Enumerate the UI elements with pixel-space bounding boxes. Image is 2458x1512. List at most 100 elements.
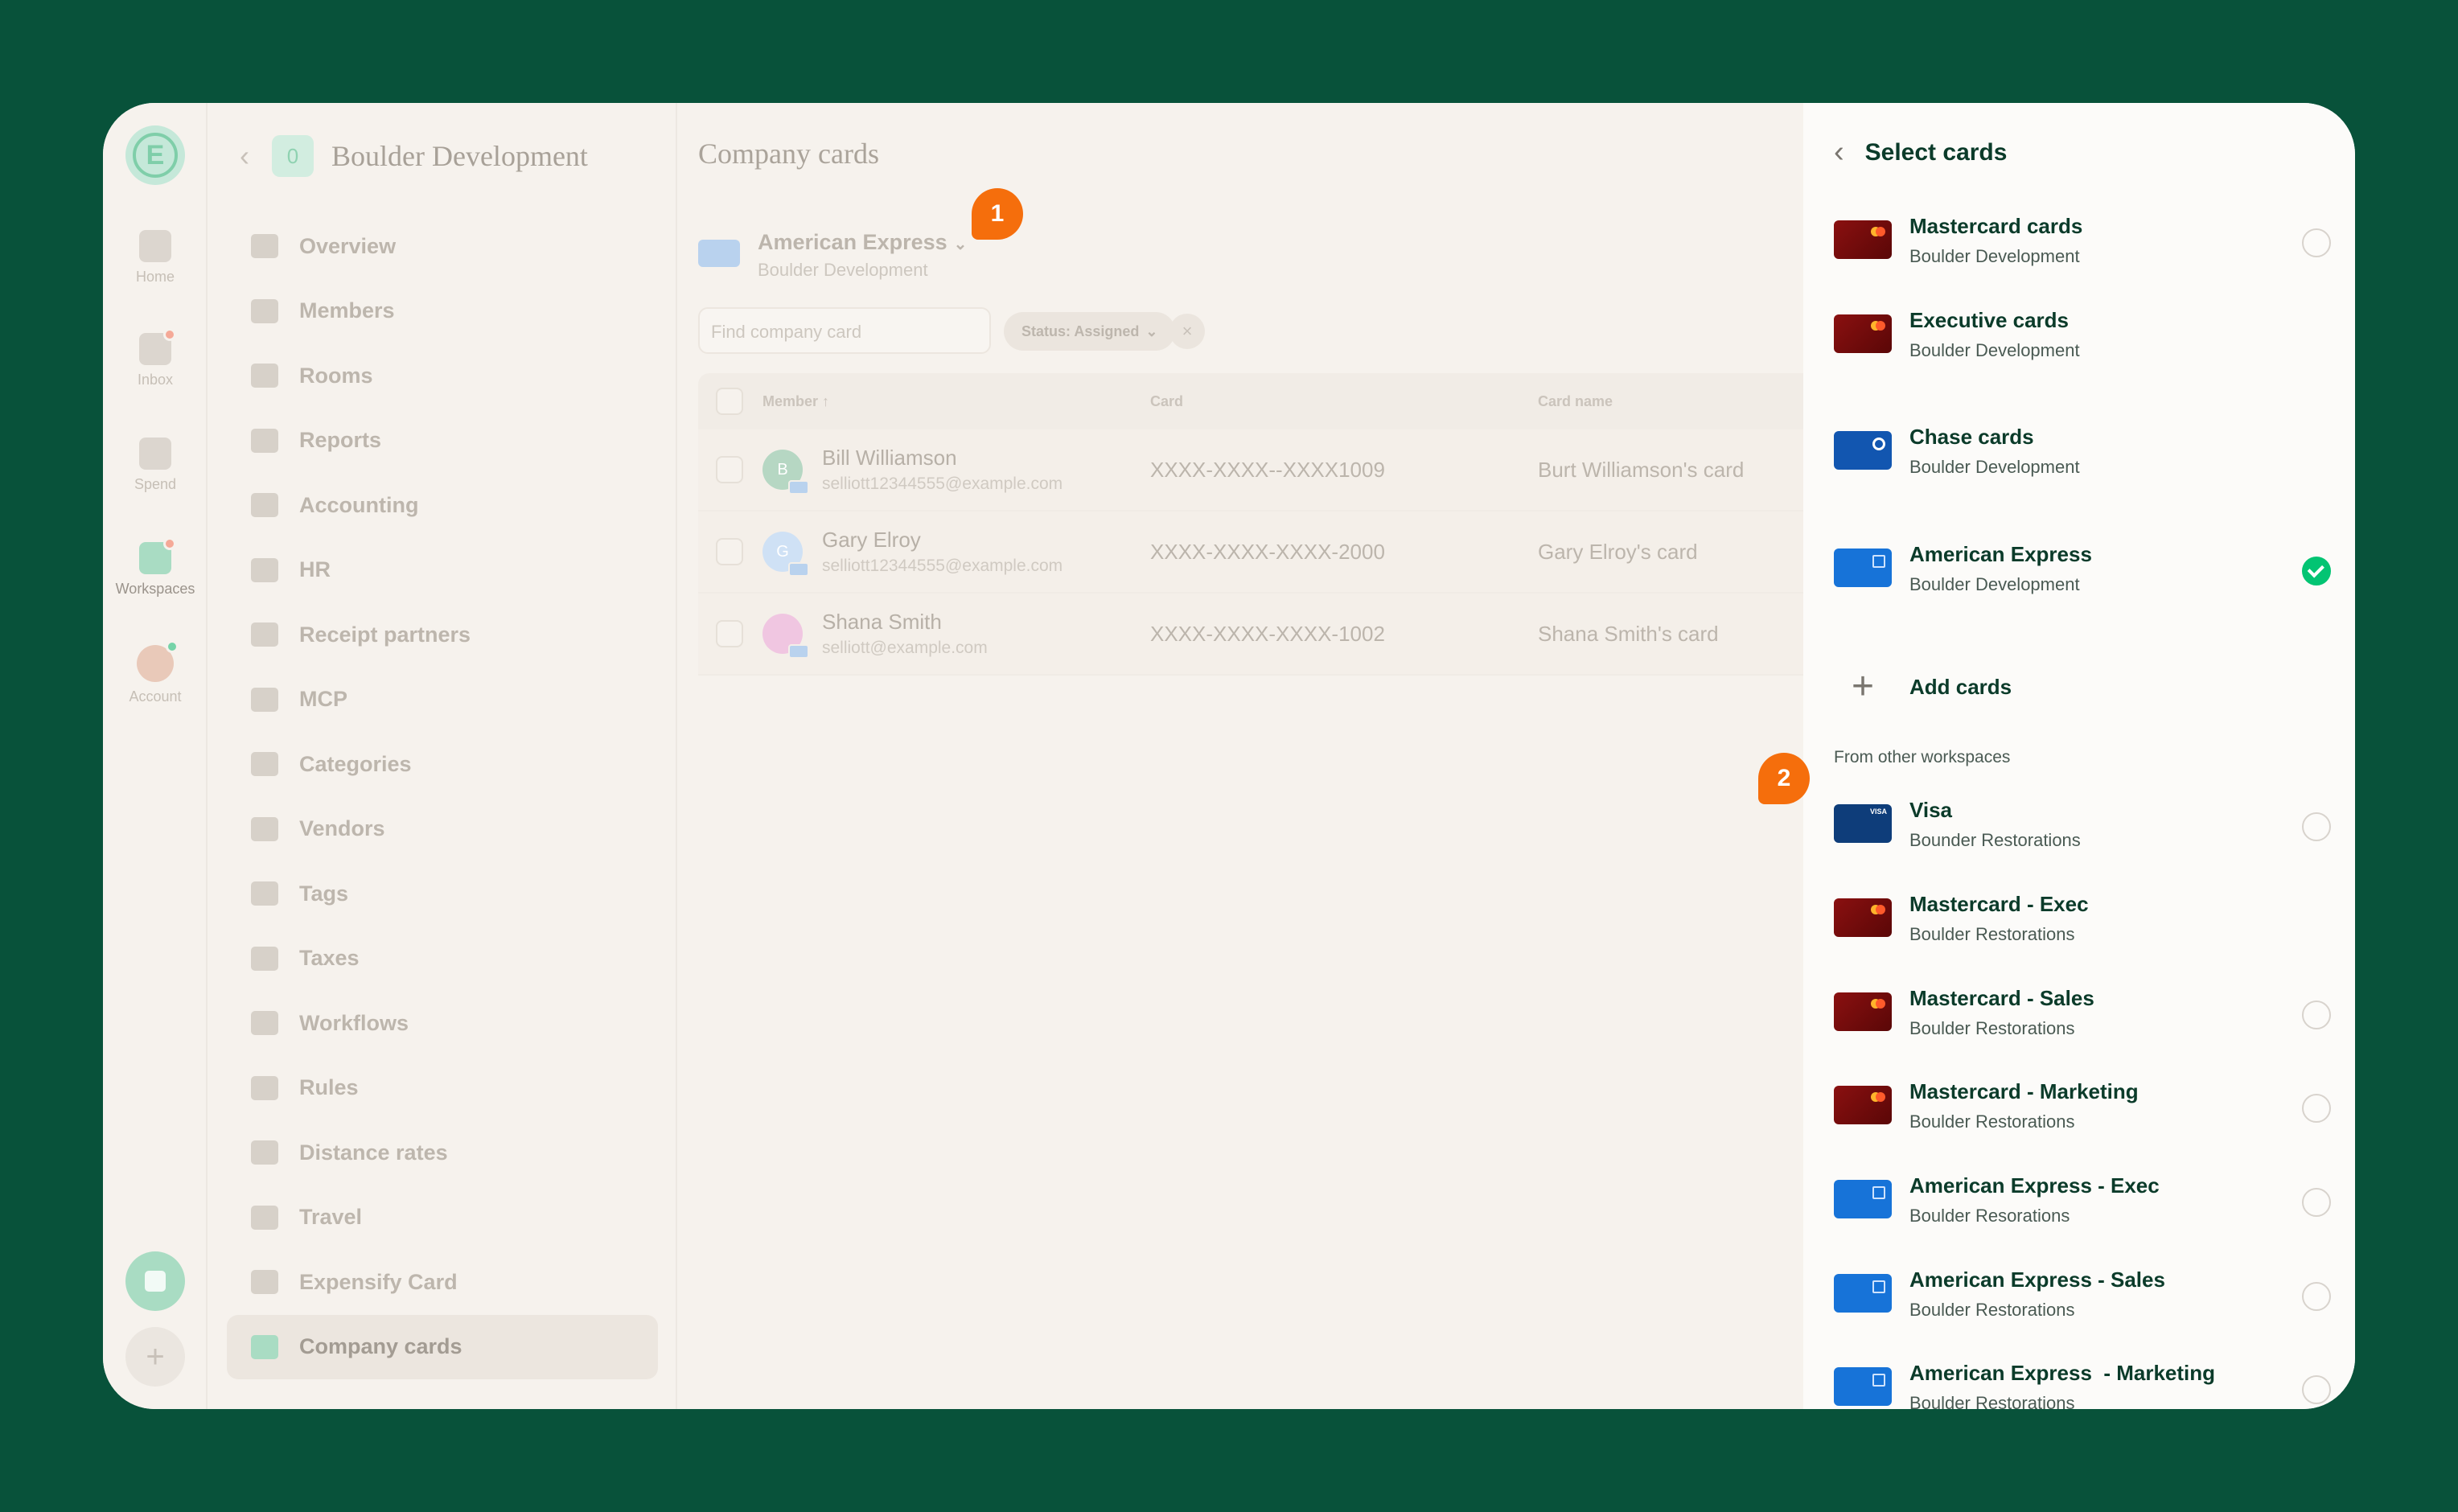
nav-item-label: Overview <box>299 233 397 258</box>
nav-item-distance-rates[interactable]: Distance rates <box>208 1120 677 1185</box>
nav-item-tags[interactable]: Tags <box>208 861 677 927</box>
nav-item-label: Tags <box>299 881 349 906</box>
credit-card-icon <box>251 1334 278 1359</box>
column-member[interactable]: Member ↑ <box>762 393 829 410</box>
new-expense-button[interactable] <box>125 1251 185 1311</box>
nav-item-hr[interactable]: HR <box>208 538 677 603</box>
page-title: Company cards <box>698 138 879 170</box>
card-option-american-express[interactable]: American Express Boulder Development <box>1834 542 2333 606</box>
nav-item-rules[interactable]: Rules <box>208 1056 677 1121</box>
nav-item-accounting[interactable]: Accounting <box>208 473 677 538</box>
visa-card-icon <box>1834 804 1892 843</box>
table-row[interactable]: Shana Smith selliott@example.com XXXX-XX… <box>698 594 1803 676</box>
card-option-amex-exec[interactable]: American Express - Exec Boulder Resorati… <box>1834 1173 2333 1238</box>
car-icon <box>251 1140 278 1165</box>
nav-item-label: Rules <box>299 1075 359 1100</box>
member-name: Bill Williamson <box>822 446 957 470</box>
column-card[interactable]: Card <box>1150 393 1183 410</box>
nav-item-label: Travel <box>299 1205 363 1230</box>
card-name: Gary Elroy's card <box>1538 539 1698 564</box>
radio-button[interactable] <box>2302 1094 2331 1123</box>
nav-item-overview[interactable]: Overview <box>208 214 677 279</box>
table-row[interactable]: B Bill Williamson selliott12344555@examp… <box>698 429 1803 512</box>
rail-inbox[interactable]: Inbox <box>103 328 208 413</box>
workflow-icon <box>251 1011 278 1036</box>
nav-item-expensify-card[interactable]: Expensify Card <box>208 1250 677 1315</box>
tax-icon <box>251 946 278 971</box>
card-option-name: Mastercard - Exec <box>1909 892 2089 916</box>
card-option-mastercard-marketing[interactable]: Mastercard - Marketing Boulder Restorati… <box>1834 1079 2333 1144</box>
nav-item-workflows[interactable]: Workflows <box>208 991 677 1056</box>
create-button[interactable]: + <box>125 1327 185 1387</box>
card-number: XXXX-XXXX-XXXX-2000 <box>1150 539 1385 564</box>
expensify-logo[interactable]: E <box>125 125 185 185</box>
card-option-name: Mastercard - Sales <box>1909 986 2094 1010</box>
card-option-workspace: Boulder Restorations <box>1909 1111 2075 1132</box>
rail-spend[interactable]: Spend <box>103 438 208 518</box>
card-option-chase-cards[interactable]: Chase cards Boulder Development <box>1834 425 2333 489</box>
people-icon <box>251 557 278 582</box>
select-cards-panel: ‹ Select cards Mastercard cards Boulder … <box>1803 103 2355 1409</box>
card-option-workspace: Boulder Restorations <box>1909 1393 2075 1409</box>
add-cards-button[interactable]: + Add cards <box>1834 668 2012 706</box>
rail-spend-label: Spend <box>134 476 177 492</box>
radio-button[interactable] <box>2302 1000 2331 1029</box>
nav-item-members[interactable]: Members <box>208 279 677 344</box>
nav-item-mcp[interactable]: MCP <box>208 668 677 733</box>
arrow-up-icon: ↑ <box>822 392 830 409</box>
radio-button[interactable] <box>2302 1282 2331 1311</box>
card-option-name: American Express - Exec <box>1909 1173 2160 1198</box>
row-checkbox[interactable] <box>716 538 743 565</box>
member-name: Shana Smith <box>822 610 942 634</box>
column-card-name[interactable]: Card name <box>1538 393 1613 410</box>
mastercard-icon <box>1834 1086 1892 1124</box>
card-option-mastercard-sales[interactable]: Mastercard - Sales Boulder Restorations <box>1834 986 2333 1050</box>
robot-icon <box>251 687 278 712</box>
table-row[interactable]: G Gary Elroy selliott12344555@example.co… <box>698 512 1803 594</box>
card-option-workspace: Bounder Restorations <box>1909 830 2081 850</box>
nav-item-label: Taxes <box>299 946 360 971</box>
nav-item-reports[interactable]: Reports <box>208 409 677 474</box>
rail-workspaces[interactable]: Workspaces <box>103 537 208 622</box>
card-option-workspace: Boulder Restorations <box>1909 1300 2075 1320</box>
card-number: XXXX-XXXX-XXXX-1002 <box>1150 621 1385 646</box>
row-checkbox[interactable] <box>716 620 743 647</box>
search-input[interactable]: Find company card <box>698 307 991 354</box>
card-option-visa[interactable]: Visa Bounder Restorations <box>1834 798 2333 862</box>
chevron-down-icon: ⌄ <box>1145 323 1158 339</box>
card-option-workspace: Boulder Development <box>1909 340 2080 360</box>
card-option-mastercard-cards[interactable]: Mastercard cards Boulder Development <box>1834 214 2333 278</box>
clear-filter-button[interactable]: × <box>1169 314 1205 349</box>
nav-item-label: Members <box>299 298 395 323</box>
avatar: G <box>762 532 809 577</box>
nav-item-categories[interactable]: Categories <box>208 732 677 797</box>
card-number: XXXX-XXXX--XXXX1009 <box>1150 457 1385 482</box>
nav-item-taxes[interactable]: Taxes <box>208 927 677 992</box>
nav-item-company-cards[interactable]: Company cards <box>227 1314 658 1379</box>
card-option-amex-marketing[interactable]: American Express - Marketing Boulder Res… <box>1834 1361 2333 1409</box>
rail-account[interactable]: Account <box>103 640 208 725</box>
select-all-checkbox[interactable] <box>716 388 743 415</box>
nav-item-receipt-partners[interactable]: Receipt partners <box>208 602 677 668</box>
chevron-left-icon[interactable]: ‹ <box>1834 135 1844 170</box>
checkmark-icon[interactable] <box>2302 557 2331 585</box>
radio-button[interactable] <box>2302 1188 2331 1217</box>
nav-item-rooms[interactable]: Rooms <box>208 343 677 409</box>
radio-button[interactable] <box>2302 1375 2331 1404</box>
card-option-executive-cards[interactable]: Executive cards Boulder Development <box>1834 308 2333 372</box>
nav-item-travel[interactable]: Travel <box>208 1185 677 1251</box>
card-option-mastercard-exec[interactable]: Mastercard - Exec Boulder Restorations <box>1834 892 2333 956</box>
feed-selector[interactable]: American Express ⌄ Boulder Development <box>698 230 967 281</box>
rail-workspaces-label: Workspaces <box>115 581 195 597</box>
chevron-left-icon[interactable]: ‹ <box>240 139 249 173</box>
feed-workspace: Boulder Development <box>758 260 928 280</box>
radio-button[interactable] <box>2302 228 2331 257</box>
overview-icon <box>251 234 278 259</box>
nav-item-vendors[interactable]: Vendors <box>208 797 677 862</box>
compose-icon <box>145 1271 166 1292</box>
status-filter[interactable]: Status: Assigned ⌄ <box>1004 312 1176 351</box>
card-option-amex-sales[interactable]: American Express - Sales Boulder Restora… <box>1834 1268 2333 1332</box>
rail-home[interactable]: Home <box>103 230 208 310</box>
radio-button[interactable] <box>2302 812 2331 841</box>
row-checkbox[interactable] <box>716 456 743 483</box>
